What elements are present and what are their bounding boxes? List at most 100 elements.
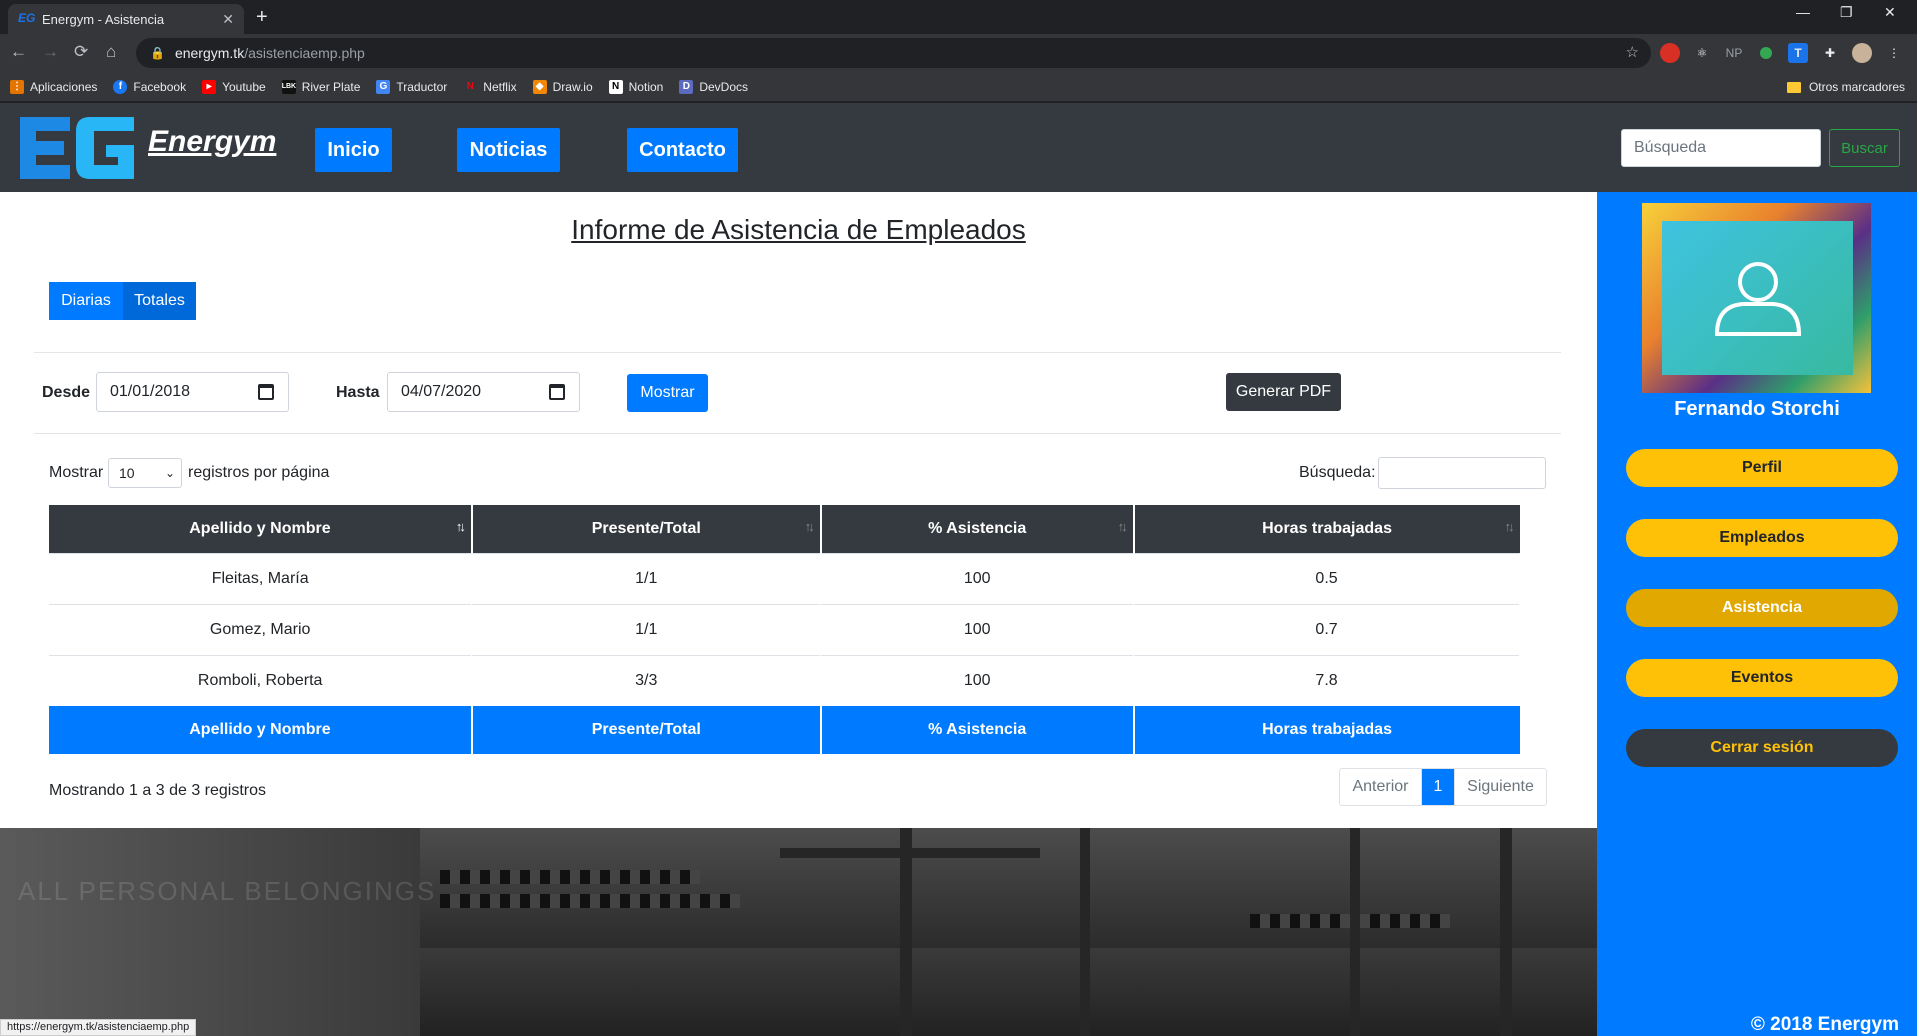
bookmark-devdocs[interactable]: D DevDocs xyxy=(679,79,748,94)
copyright: © 2018 Energym xyxy=(1750,1014,1899,1035)
browser-toolbar: ← → ⟳ ⌂ 🔒 energym.tk /asistenciaemp.php … xyxy=(0,34,1917,72)
length-prefix: Mostrar xyxy=(49,464,104,481)
column-header-nombre[interactable]: Apellido y Nombre ↑↓ xyxy=(49,505,473,553)
energym-logo[interactable] xyxy=(16,113,138,183)
nav-link-contacto[interactable]: Contacto xyxy=(627,128,738,172)
bookmarks-bar: ⋮ Aplicaciones f Facebook ▸ Youtube LBK Rive… xyxy=(0,72,1917,102)
filter-label: Búsqueda: xyxy=(1299,464,1376,481)
bookmark-aplicaciones[interactable]: ⋮ Aplicaciones xyxy=(10,79,97,94)
url-host: energym.tk xyxy=(174,45,245,61)
notion-icon: N xyxy=(608,79,623,94)
footer-horas: Horas trabajadas xyxy=(1133,706,1520,754)
pagination-previous[interactable]: Anterior xyxy=(1340,769,1421,805)
footer-asistencia: % Asistencia xyxy=(820,706,1135,754)
bookmark-traductor[interactable]: G Traductor xyxy=(376,79,447,94)
length-suffix: registros por página xyxy=(188,464,330,481)
column-header-presente[interactable]: Presente/Total ↑↓ xyxy=(471,505,822,553)
bookmark-youtube[interactable]: ▸ Youtube xyxy=(202,79,266,94)
hasta-label: Hasta xyxy=(336,384,380,401)
lock-icon: 🔒 xyxy=(150,46,165,60)
facebook-icon: f xyxy=(113,79,128,94)
site-search-button[interactable]: Buscar xyxy=(1829,129,1900,167)
table-info: Mostrando 1 a 3 de 3 registros xyxy=(49,782,267,799)
divider xyxy=(34,433,1561,434)
page-length-value: 10 xyxy=(119,465,135,481)
desde-date-value: 01/01/2018 xyxy=(110,383,191,400)
close-window-icon[interactable]: ✕ xyxy=(1884,4,1896,21)
folder-icon xyxy=(1786,81,1801,93)
divider xyxy=(34,352,1561,353)
pagination-page-1[interactable]: 1 xyxy=(1421,769,1454,805)
extension-react-icon[interactable]: ⚛ xyxy=(1692,43,1712,63)
extension-np-icon[interactable]: NP xyxy=(1724,43,1744,63)
page-title: Informe de Asistencia de Empleados xyxy=(571,214,1026,245)
bookmark-netflix[interactable]: N Netflix xyxy=(463,80,517,94)
address-bar[interactable]: 🔒 energym.tk /asistenciaemp.php ☆ xyxy=(136,38,1651,68)
new-tab-icon[interactable]: + xyxy=(256,6,268,29)
close-tab-icon[interactable]: ✕ xyxy=(222,11,234,28)
tab-totales[interactable]: Totales xyxy=(123,282,196,320)
browser-tabstrip: EG Energym - Asistencia ✕ + — ❐ ✕ xyxy=(0,0,1917,34)
tab-diarias[interactable]: Diarias xyxy=(49,282,123,320)
generar-pdf-button[interactable]: Generar PDF xyxy=(1226,373,1341,411)
minimize-icon[interactable]: — xyxy=(1796,4,1810,20)
sidebar-item-asistencia[interactable]: Asistencia xyxy=(1626,589,1898,627)
status-bar-url: https://energym.tk/asistenciaemp.php xyxy=(0,1019,197,1036)
restore-icon[interactable]: ❐ xyxy=(1840,4,1853,21)
gym-background-image: ALL PERSONAL BELONGINGS xyxy=(0,828,1597,1036)
forward-icon[interactable]: → xyxy=(42,42,59,62)
reload-icon[interactable]: ⟳ xyxy=(74,42,88,62)
column-header-horas[interactable]: Horas trabajadas ↑↓ xyxy=(1133,505,1520,553)
mostrar-button[interactable]: Mostrar xyxy=(627,374,708,412)
sidebar-item-eventos[interactable]: Eventos xyxy=(1626,659,1898,697)
cell-horas: 7.8 xyxy=(1133,654,1520,706)
sidebar-item-empleados[interactable]: Empleados xyxy=(1626,519,1898,557)
apps-grid-icon: ⋮ xyxy=(10,79,24,94)
extensions-puzzle-icon[interactable]: ✚ xyxy=(1820,43,1840,63)
bookmark-notion[interactable]: N Notion xyxy=(608,79,663,94)
pagination: Anterior 1 Siguiente xyxy=(1339,768,1547,806)
nav-link-noticias[interactable]: Noticias xyxy=(457,128,560,172)
cell-nombre: Gomez, Mario xyxy=(49,603,473,655)
table-row: Gomez, Mario 1/1 100 0.7 xyxy=(49,603,1520,655)
extension-t-icon[interactable]: T xyxy=(1788,43,1808,63)
url-path: /asistenciaemp.php xyxy=(244,45,365,61)
site-search-input[interactable] xyxy=(1621,129,1821,167)
table-search-input[interactable] xyxy=(1378,457,1546,489)
nav-link-inicio[interactable]: Inicio xyxy=(315,128,392,172)
user-silhouette-icon xyxy=(1714,262,1801,336)
back-icon[interactable]: ← xyxy=(10,42,27,62)
profile-avatar-icon[interactable] xyxy=(1852,43,1872,63)
page-length-select[interactable]: 10 ⌄ xyxy=(108,458,182,488)
calendar-icon[interactable] xyxy=(549,384,565,400)
sidebar-item-perfil[interactable]: Perfil xyxy=(1626,449,1898,487)
menu-dots-icon[interactable]: ⋮ xyxy=(1884,43,1904,63)
home-icon[interactable]: ⌂ xyxy=(106,42,116,62)
bookmark-drawio[interactable]: ◆ Draw.io xyxy=(532,79,593,94)
bookmark-river-plate[interactable]: LBK River Plate xyxy=(281,79,360,94)
logout-button[interactable]: Cerrar sesión xyxy=(1626,729,1898,767)
sort-asc-icon: ↑↓ xyxy=(455,519,466,534)
cell-asistencia: 100 xyxy=(820,552,1135,604)
netflix-icon: N xyxy=(466,80,474,92)
desde-date-field[interactable]: 01/01/2018 xyxy=(96,372,289,412)
pagination-next[interactable]: Siguiente xyxy=(1454,769,1546,805)
cell-nombre: Romboli, Roberta xyxy=(49,654,473,706)
attendance-report-card: Informe de Asistencia de Empleados Diari… xyxy=(0,192,1597,828)
brand-name[interactable]: Energym xyxy=(148,125,276,159)
bookmark-star-icon[interactable]: ☆ xyxy=(1626,43,1639,61)
column-header-asistencia[interactable]: % Asistencia ↑↓ xyxy=(820,505,1135,553)
tab-title: Energym - Asistencia xyxy=(42,11,165,27)
browser-tab[interactable]: EG Energym - Asistencia ✕ xyxy=(8,4,244,34)
hasta-date-value: 04/07/2020 xyxy=(401,383,482,400)
cell-presente: 3/3 xyxy=(471,654,822,706)
table-row: Romboli, Roberta 3/3 100 7.8 xyxy=(49,654,1520,706)
cell-asistencia: 100 xyxy=(820,654,1135,706)
hasta-date-field[interactable]: 04/07/2020 xyxy=(387,372,580,412)
bookmark-facebook[interactable]: f Facebook xyxy=(113,79,186,94)
desde-label: Desde xyxy=(42,384,91,401)
other-bookmarks[interactable]: Otros marcadores xyxy=(1786,80,1905,94)
calendar-icon[interactable] xyxy=(258,384,274,400)
site-navbar: Energym Inicio Noticias Contacto Buscar xyxy=(0,103,1917,192)
extension-red-icon[interactable] xyxy=(1660,43,1680,63)
